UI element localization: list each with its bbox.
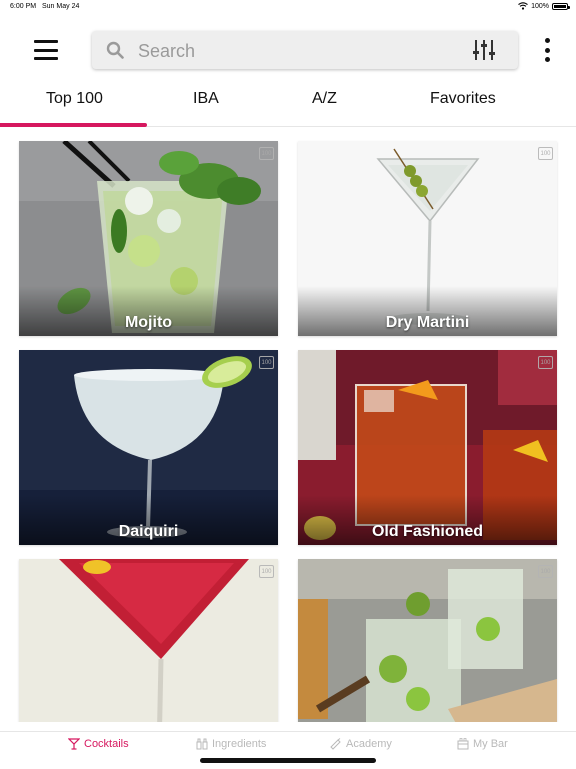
tab-favorites[interactable]: Favorites (430, 90, 496, 108)
tab-bar: Top 100 IBA A/Z Favorites (0, 80, 576, 127)
cocktail-card-5[interactable]: 100 (19, 559, 278, 722)
bar-icon (457, 738, 469, 750)
nav-label: Academy (346, 738, 392, 750)
nav-label: My Bar (473, 738, 508, 750)
cocktail-card-dry-martini[interactable]: 100 Dry Martini (298, 141, 557, 336)
shaker-icon (330, 738, 341, 750)
cocktail-card-old-fashioned[interactable]: 100 Old Fashioned (298, 350, 557, 545)
tab-a-z[interactable]: A/Z (312, 90, 337, 108)
top-100-badge-icon: 100 (259, 356, 274, 369)
nav-my-bar[interactable]: My Bar (457, 738, 508, 750)
cocktail-name: Old Fashioned (371, 523, 484, 540)
hamburger-icon[interactable] (34, 40, 58, 60)
wifi-icon (518, 2, 528, 10)
nav-ingredients[interactable]: Ingredients (196, 738, 266, 750)
sliders-icon[interactable] (472, 39, 496, 61)
nav-label: Cocktails (84, 738, 129, 750)
cocktail-image-5 (19, 559, 278, 722)
tab-top-100[interactable]: Top 100 (46, 90, 103, 108)
status-time: 6:00 PM (10, 3, 37, 10)
cocktail-name: Dry Martini (385, 314, 470, 331)
battery-icon (552, 2, 570, 10)
search-bar[interactable] (92, 31, 518, 69)
search-input[interactable] (136, 35, 450, 67)
nav-label: Ingredients (212, 738, 267, 750)
status-date: Sun May 24 (42, 3, 80, 10)
top-100-badge-icon: 100 (538, 356, 553, 369)
top-100-badge-icon: 100 (259, 565, 274, 578)
nav-cocktails[interactable]: Cocktails (68, 738, 129, 750)
top-100-badge-icon: 100 (538, 147, 553, 160)
search-icon (106, 41, 124, 59)
status-bar: 6:00 PM Sun May 24 100% (0, 0, 576, 14)
cocktail-name: Mojito (124, 314, 173, 331)
top-100-badge-icon: 100 (538, 565, 553, 578)
vertical-dots-icon[interactable] (542, 38, 552, 62)
active-tab-indicator (0, 123, 147, 127)
cocktail-card-mojito[interactable]: 100 Mojito (19, 141, 278, 336)
bottles-icon (196, 738, 208, 750)
battery-percent: 100% (531, 2, 549, 10)
cocktail-card-6[interactable]: 100 (298, 559, 557, 722)
nav-academy[interactable]: Academy (330, 738, 392, 750)
cocktail-grid: 100 Mojito 100 Dry Martini 100 Daiquiri … (0, 140, 576, 722)
cocktail-name: Daiquiri (118, 523, 179, 540)
top-100-badge-icon: 100 (259, 147, 274, 160)
bottom-nav: Cocktails Ingredients Academy My Bar (0, 731, 576, 769)
tab-iba[interactable]: IBA (193, 90, 219, 108)
cocktail-glass-icon (68, 738, 80, 750)
home-indicator[interactable] (200, 758, 376, 763)
cocktail-card-daiquiri[interactable]: 100 Daiquiri (19, 350, 278, 545)
cocktail-image-6 (298, 559, 557, 722)
status-right: 100% (518, 2, 570, 10)
